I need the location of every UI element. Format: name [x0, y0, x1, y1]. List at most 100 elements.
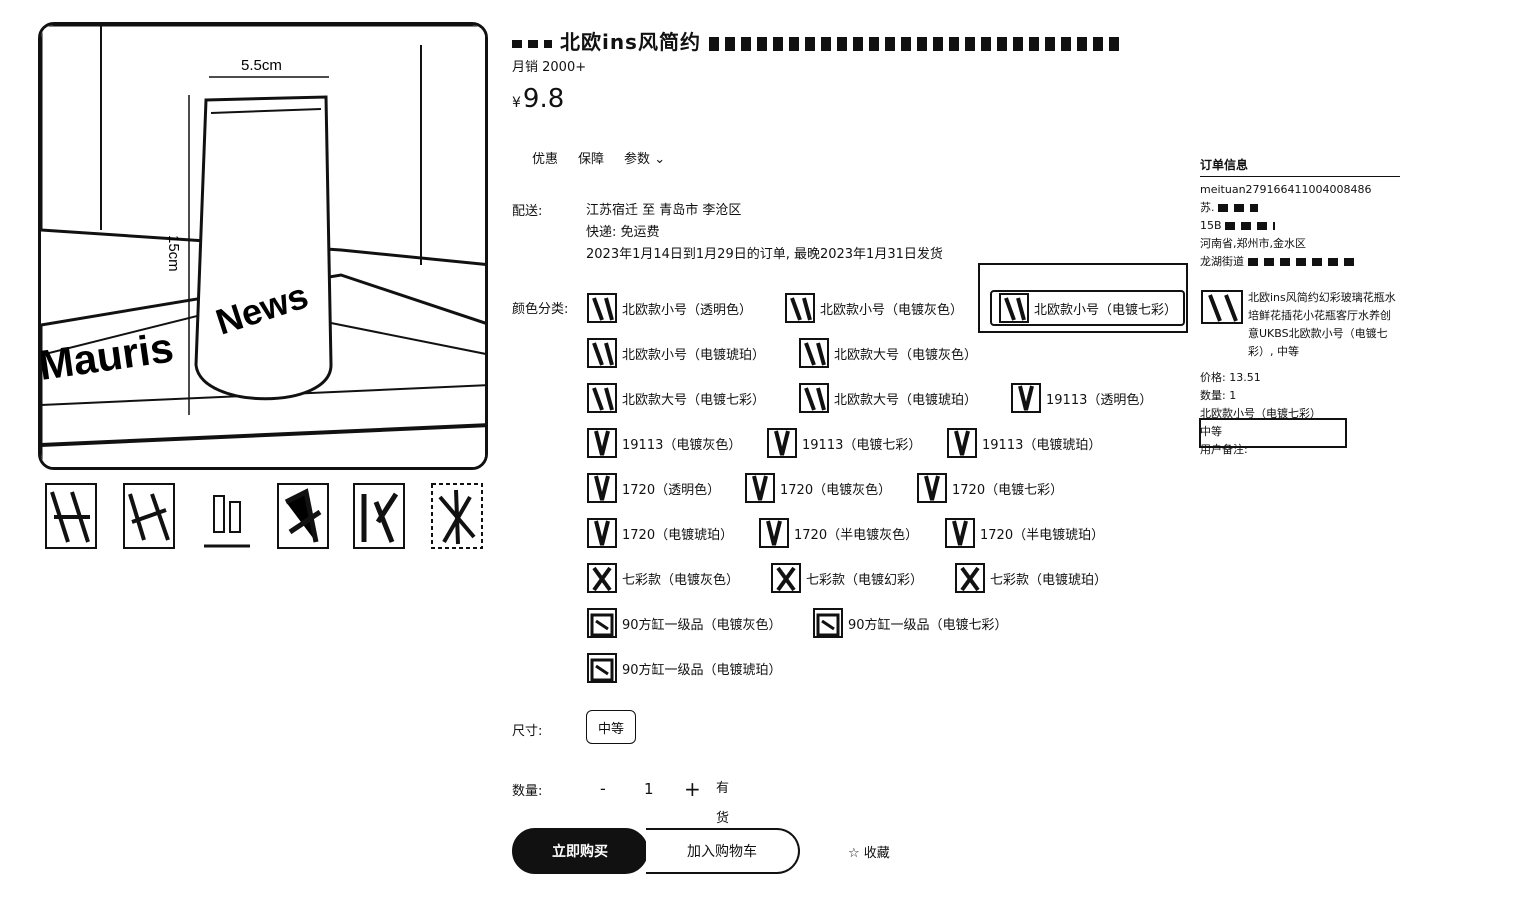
- vase-thumb-icon: [799, 338, 829, 368]
- size-label: 尺寸:: [512, 724, 543, 739]
- variant-option[interactable]: 19113（电镀灰色）: [586, 425, 741, 461]
- thumbnail[interactable]: [200, 482, 254, 550]
- variant-option[interactable]: 90方缸一级品（电镀灰色）: [586, 605, 782, 641]
- product-title: 北欧ins风简约: [512, 26, 1119, 55]
- variant-option[interactable]: 1720（电镀琥珀）: [586, 515, 733, 551]
- tab-discount[interactable]: 优惠: [532, 148, 558, 167]
- svg-text:15cm: 15cm: [165, 235, 182, 272]
- variant-option[interactable]: 北欧款小号（电镀琥珀）: [586, 335, 765, 371]
- vase-thumb-icon: [771, 563, 801, 593]
- thumbnail[interactable]: [276, 482, 330, 550]
- vase-thumb-icon: [955, 563, 985, 593]
- vase-thumb-icon: [745, 473, 775, 503]
- main-product-image: 5.5cm 15cm Mauris News: [38, 22, 488, 470]
- quantity-decrement-button[interactable]: -: [600, 774, 606, 804]
- redacted-text: [1225, 222, 1276, 230]
- variant-option[interactable]: 北欧款大号（电镀灰色）: [798, 335, 977, 371]
- variant-row: 北欧款大号（电镀七彩） 北欧款大号（电镀琥珀） 19113（透明色）: [586, 378, 1186, 423]
- variant-row: 北欧款小号（电镀琥珀） 北欧款大号（电镀灰色）: [586, 333, 1186, 378]
- variant-label: 颜色分类:: [512, 302, 569, 317]
- buy-now-button[interactable]: 立即购买: [512, 828, 648, 874]
- variant-row: 19113（电镀灰色） 19113（电镀七彩） 19113（电镀琥珀）: [586, 423, 1186, 468]
- thumbnail-strip: [44, 482, 488, 552]
- vase-thumb-icon: [799, 383, 829, 413]
- highlight-box: [1199, 418, 1347, 448]
- add-to-cart-button[interactable]: 加入购物车: [646, 828, 800, 874]
- vase-thumb-icon: [587, 428, 617, 458]
- thumbnail[interactable]: [122, 482, 176, 550]
- shipping-eta: 2023年1月14日到1月29日的订单, 最晚2023年1月31日发货: [586, 247, 943, 262]
- size-option-selected[interactable]: 中等: [586, 710, 636, 744]
- vase-thumb-icon: [587, 473, 617, 503]
- redacted-text: [1247, 258, 1358, 266]
- chevron-down-icon: ⌄: [654, 152, 666, 167]
- variant-option[interactable]: 90方缸一级品（电镀七彩）: [812, 605, 1008, 641]
- customer-phone: 15B: [1200, 217, 1400, 235]
- order-item-title: 北欧ins风简约幻彩玻璃花瓶水培鲜花插花小花瓶客厅水养创意UKBS北欧款小号（电…: [1248, 291, 1396, 358]
- variant-row: 1720（电镀琥珀） 1720（半电镀灰色） 1720（半电镀琥珀）: [586, 513, 1186, 558]
- shipping-fee: 快递: 免运费: [586, 225, 660, 240]
- variant-list: 北欧款小号（透明色） 北欧款小号（电镀灰色） 北欧款小号（电镀七彩） 北欧款小号…: [586, 288, 1186, 693]
- variant-option[interactable]: 19113（电镀七彩）: [766, 425, 921, 461]
- vase-thumb-icon: [813, 608, 843, 638]
- variant-option[interactable]: 北欧款小号（电镀灰色）: [784, 290, 963, 326]
- shipping-label: 配送:: [512, 204, 543, 219]
- order-info-panel: 订单信息 meituan279166411004008486 苏. 15B 河南…: [1200, 156, 1400, 459]
- redacted-text: [1218, 204, 1258, 212]
- variant-row: 90方缸一级品（电镀灰色） 90方缸一级品（电镀七彩）: [586, 603, 1186, 648]
- variant-option[interactable]: 1720（半电镀灰色）: [758, 515, 918, 551]
- info-tabs: 优惠 保障 参数 ⌄: [532, 148, 665, 167]
- vase-thumb-icon: [947, 428, 977, 458]
- thumbnail[interactable]: [352, 482, 406, 550]
- stock-status: 有货: [716, 781, 730, 826]
- address-line-1: 河南省,郑州市,金水区: [1200, 237, 1306, 250]
- vase-thumb-icon: [759, 518, 789, 548]
- variant-option[interactable]: 七彩款（电镀琥珀）: [954, 560, 1107, 596]
- variant-option[interactable]: 90方缸一级品（电镀琥珀）: [586, 650, 782, 686]
- vase-thumb-icon: [587, 608, 617, 638]
- variant-option[interactable]: 七彩款（电镀幻彩）: [770, 560, 923, 596]
- thumbnail[interactable]: [430, 482, 484, 550]
- tab-params[interactable]: 参数 ⌄: [624, 148, 665, 167]
- redacted-text: [708, 36, 1119, 51]
- tab-guarantee[interactable]: 保障: [578, 148, 604, 167]
- quantity-label: 数量:: [512, 784, 543, 799]
- order-quantity: 数量: 1: [1200, 389, 1237, 402]
- glass-vase-illustration: 5.5cm 15cm Mauris News: [41, 25, 485, 467]
- vase-thumb-icon: [587, 653, 617, 683]
- variant-option[interactable]: 1720（电镀灰色）: [744, 470, 891, 506]
- vase-thumb-icon: [587, 518, 617, 548]
- quantity-increment-button[interactable]: +: [684, 774, 701, 804]
- monthly-sales: 月销 2000+: [512, 60, 587, 75]
- variant-option[interactable]: 北欧款大号（电镀琥珀）: [798, 380, 977, 416]
- vase-thumb-icon: [1201, 290, 1243, 324]
- variant-option[interactable]: 1720（电镀七彩）: [916, 470, 1063, 506]
- thumbnail[interactable]: [44, 482, 98, 550]
- vase-thumb-icon: [1011, 383, 1041, 413]
- order-info-title: 订单信息: [1200, 156, 1400, 177]
- variant-option[interactable]: 19113（透明色）: [1010, 380, 1152, 416]
- vase-thumb-icon: [587, 383, 617, 413]
- vase-thumb-icon: [945, 518, 975, 548]
- variant-option[interactable]: 1720（半电镀琥珀）: [944, 515, 1104, 551]
- shipping-info: 江苏宿迁 至 青岛市 李沧区 快递: 免运费 2023年1月14日到1月29日的…: [586, 200, 943, 266]
- vase-thumb-icon: [587, 338, 617, 368]
- vase-thumb-icon: [587, 293, 617, 323]
- variant-option[interactable]: 1720（透明色）: [586, 470, 720, 506]
- variant-option[interactable]: 北欧款小号（透明色）: [586, 290, 752, 326]
- redacted-text: [512, 39, 552, 48]
- address-line-2: 龙湖街道: [1200, 253, 1400, 271]
- favorite-button[interactable]: ☆ 收藏: [848, 842, 890, 861]
- order-number: meituan279166411004008486: [1200, 183, 1372, 196]
- svg-text:5.5cm: 5.5cm: [241, 57, 282, 74]
- product-price: ¥9.8: [512, 84, 565, 114]
- quantity-input[interactable]: 1: [644, 774, 654, 804]
- customer-name: 苏.: [1200, 199, 1400, 217]
- variant-option[interactable]: 19113（电镀琥珀）: [946, 425, 1101, 461]
- variant-option[interactable]: 北欧款大号（电镀七彩）: [586, 380, 765, 416]
- star-icon: ☆: [848, 846, 860, 861]
- variant-option[interactable]: 七彩款（电镀灰色）: [586, 560, 739, 596]
- vase-thumb-icon: [785, 293, 815, 323]
- shipping-route[interactable]: 江苏宿迁 至 青岛市 李沧区: [586, 200, 943, 222]
- highlight-box: [978, 263, 1188, 333]
